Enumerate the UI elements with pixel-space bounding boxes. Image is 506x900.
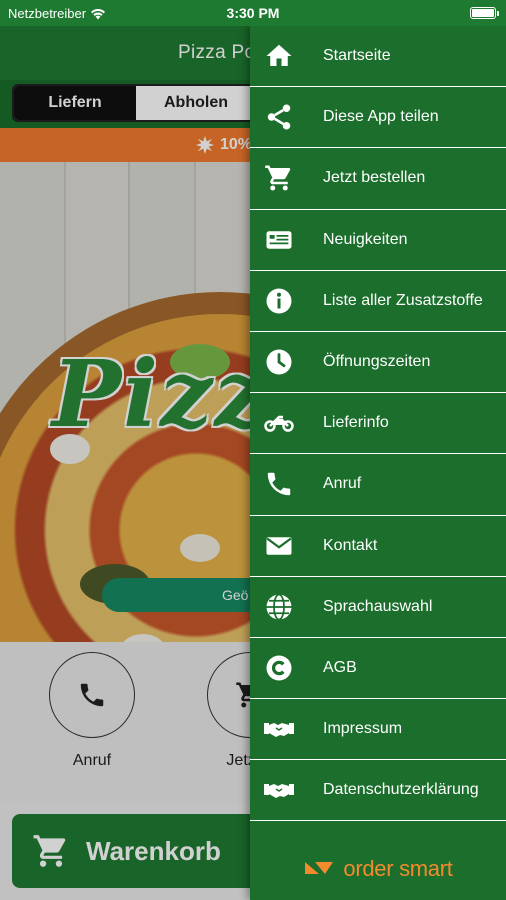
app-title: Pizza Po: [178, 42, 256, 63]
cart-label: Warenkorb: [86, 835, 221, 866]
handshake-icon: [250, 775, 308, 805]
menu-item-news[interactable]: Neuigkeiten: [250, 210, 506, 271]
menu-item-order[interactable]: Jetzt bestellen: [250, 148, 506, 210]
menu-item-call[interactable]: Anruf: [250, 454, 506, 516]
menu-item-share[interactable]: Diese App teilen: [250, 87, 506, 149]
share-icon: [250, 102, 308, 132]
menu-item-contact[interactable]: Kontakt: [250, 516, 506, 577]
menu-label: Jetzt bestellen: [323, 169, 426, 187]
copyright-icon: [250, 653, 308, 683]
menu-label: Sprachauswahl: [323, 597, 433, 615]
promo-text: 10%: [220, 136, 253, 153]
menu-label: Lieferinfo: [323, 414, 389, 432]
news-icon: [250, 225, 308, 255]
clock: 3:30 PM: [226, 5, 280, 21]
order-smart-logo: [305, 862, 334, 874]
menu-label: Anruf: [323, 475, 362, 493]
phone-icon: [250, 469, 308, 499]
menu-label: Neuigkeiten: [323, 230, 408, 248]
starburst-icon: [196, 136, 214, 154]
menu-item-hours[interactable]: Öffnungszeiten: [250, 332, 506, 394]
menu-label: Impressum: [323, 720, 403, 738]
cart-icon: [33, 835, 66, 867]
phone-icon: [80, 683, 104, 707]
clock-icon: [250, 347, 308, 377]
tab-abholen[interactable]: Abholen: [136, 86, 258, 120]
menu-label: Liste aller Zusatzstoffe: [323, 291, 483, 309]
menu-item-agb[interactable]: AGB: [250, 638, 506, 700]
tab-liefern[interactable]: Liefern: [14, 86, 136, 120]
status-bar: Netzbetreiber 3:30 PM: [0, 0, 506, 26]
menu-item-privacy[interactable]: Datenschutzerklärung: [250, 760, 506, 822]
menu-item-delivery-info[interactable]: Lieferinfo: [250, 393, 506, 455]
menu-item-language[interactable]: Sprachauswahl: [250, 577, 506, 638]
menu-item-additives[interactable]: Liste aller Zusatzstoffe: [250, 271, 506, 332]
info-icon: [250, 286, 308, 316]
cart-icon: [250, 163, 308, 193]
home-icon: [250, 41, 308, 71]
menu-label: Datenschutzerklärung: [323, 781, 479, 799]
brand-name: order smart: [343, 856, 453, 881]
call-action[interactable]: Anruf: [12, 652, 172, 770]
menu-label: Kontakt: [323, 536, 378, 554]
handshake-icon: [250, 714, 308, 744]
menu-label: Startseite: [323, 47, 391, 65]
side-menu: Startseite Diese App teilen Jetzt bestel…: [250, 26, 506, 900]
call-button[interactable]: [49, 652, 135, 738]
menu-item-startseite[interactable]: Startseite: [250, 26, 506, 88]
envelope-icon: [250, 531, 308, 561]
globe-icon: [250, 592, 308, 622]
menu-label: Diese App teilen: [323, 108, 439, 126]
battery-icon: [470, 7, 499, 19]
brand-footer: order smart: [250, 856, 506, 882]
menu-label: AGB: [323, 658, 357, 676]
call-label: Anruf: [72, 752, 112, 769]
menu-item-impressum[interactable]: Impressum: [250, 699, 506, 761]
motorcycle-icon: [250, 408, 308, 438]
menu-label: Öffnungszeiten: [323, 353, 431, 371]
